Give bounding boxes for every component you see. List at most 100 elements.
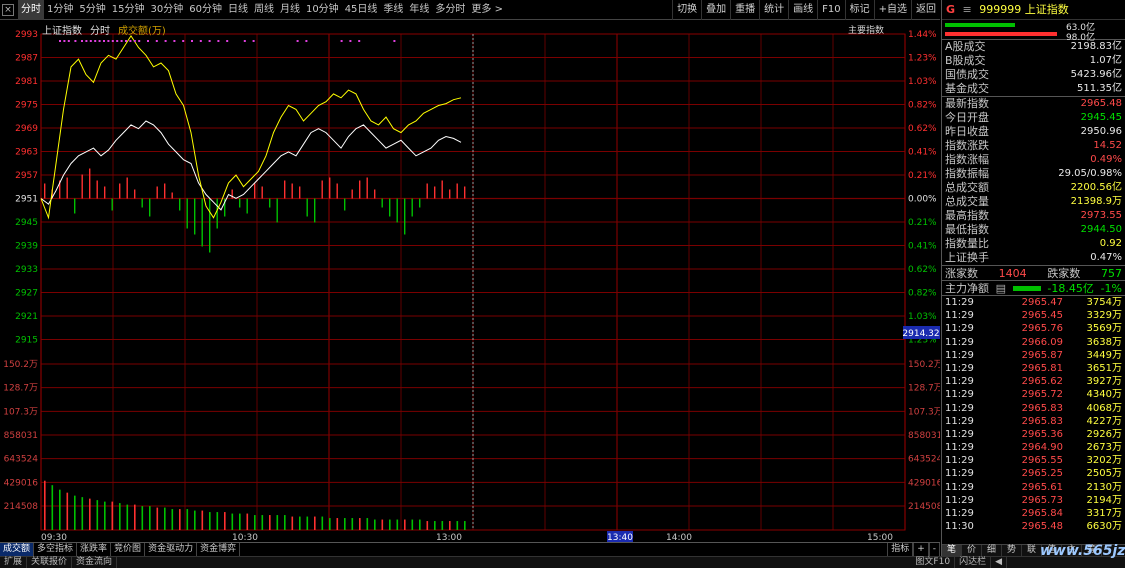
chart-mode: 分时 <box>90 26 110 37</box>
breadth-bar <box>291 183 293 199</box>
tool-button[interactable]: 叠加 <box>701 0 730 20</box>
tool-button[interactable]: 返回 <box>911 0 940 20</box>
breadth-bar <box>314 198 316 223</box>
pct-tick-label: 1.23% <box>908 54 937 64</box>
status-item[interactable]: 扩展 <box>0 557 28 568</box>
volume-bar <box>261 515 264 530</box>
volume-bar <box>404 519 406 530</box>
indicator-tab[interactable]: 资金博弈 <box>197 543 241 556</box>
status-item[interactable]: 闪达栏 <box>955 557 992 568</box>
stat-row: 上证换手 0.47% <box>942 251 1125 265</box>
tick-row: 11:29 2964.90 2673万 <box>942 441 1125 454</box>
volume-tick-label: 107.3万 <box>3 407 38 417</box>
signal-dot <box>85 40 88 42</box>
quote-tab[interactable]: 价 <box>962 545 982 556</box>
quote-tab[interactable]: 联 <box>1022 545 1042 556</box>
tick-row: 11:29 2965.47 3754万 <box>942 296 1125 309</box>
status-item[interactable]: 图文F10 <box>911 557 956 568</box>
chart-title: 上证指数 <box>42 26 82 37</box>
volume-bar <box>111 501 114 530</box>
tool-button[interactable]: 画线 <box>788 0 817 20</box>
pct-tick-label: 0.41% <box>908 148 937 158</box>
period-tab[interactable]: 60分钟 <box>186 0 225 20</box>
period-tab[interactable]: 10分钟 <box>303 0 342 20</box>
period-tab[interactable]: 更多 > <box>468 0 506 20</box>
main-index-button[interactable]: 主要指数 <box>848 23 884 36</box>
volume-tick-label: 150.2万 <box>908 360 940 370</box>
indicator-tab[interactable]: 涨跌率 <box>77 543 112 556</box>
signal-dot <box>138 40 141 42</box>
tick-list[interactable]: 11:29 2965.47 3754万 11:29 2965.45 3329万 11:29 2… <box>942 295 1125 533</box>
period-tab[interactable]: 季线 <box>380 0 406 20</box>
stat-label: 指数涨幅 <box>945 153 989 166</box>
indicator-control-button[interactable]: 指标 <box>887 543 914 556</box>
period-tab[interactable]: 45日线 <box>342 0 381 20</box>
period-tab[interactable]: 周线 <box>251 0 277 20</box>
stat-row: 国债成交 5423.96亿 <box>942 68 1125 82</box>
breadth-bar <box>149 198 151 217</box>
tool-button[interactable]: +自选 <box>873 0 911 20</box>
period-tab[interactable]: 日线 <box>225 0 251 20</box>
tick-row: 11:29 2965.55 3202万 <box>942 454 1125 467</box>
tool-button[interactable]: 重播 <box>730 0 759 20</box>
tick-price: 2965.55 <box>1021 455 1063 467</box>
close-icon[interactable]: × <box>2 4 14 16</box>
price-tick-label: 2927 <box>15 289 38 299</box>
signal-dot <box>98 40 101 42</box>
tick-price: 2965.84 <box>1021 508 1063 519</box>
volume-bar <box>299 516 301 530</box>
chart-canvas[interactable]: 2993 1.44% 2987 1.23% 2981 1.03% 2975 0.82% 2969… <box>0 20 940 542</box>
volume-bar <box>59 489 61 530</box>
volume-bar <box>314 516 316 530</box>
tool-button[interactable]: 统计 <box>759 0 788 20</box>
indicator-tab[interactable]: 竞价图 <box>111 543 146 556</box>
time-tick-label: 14:00 <box>666 533 692 542</box>
breadth-bar <box>374 189 376 199</box>
buy-sell-bars: 63.0亿 98.0亿 <box>942 20 1125 43</box>
tool-button[interactable]: 标记 <box>844 0 874 20</box>
menu-icon[interactable]: ≡ <box>963 3 972 16</box>
main-flow-icon[interactable]: ▤ <box>996 281 1006 295</box>
tick-price: 2965.76 <box>1021 323 1063 335</box>
tick-volume: 6630万 <box>1086 521 1122 533</box>
time-tick-label: 15:00 <box>867 533 893 542</box>
volume-bar <box>104 501 106 530</box>
tick-price: 2965.83 <box>1021 415 1063 427</box>
breadth-bar <box>426 183 428 199</box>
period-tab[interactable]: 30分钟 <box>147 0 186 20</box>
indicator-tab[interactable]: 成交额 <box>0 543 35 556</box>
tick-time: 11:29 <box>945 455 974 467</box>
indicator-tab[interactable]: 多空指标 <box>34 543 78 556</box>
indicator-control-button[interactable]: + <box>913 543 929 556</box>
volume-tick-label: 858031 <box>4 431 38 441</box>
status-bar: 扩展 关联报价 资金流向 图文F10 闪达栏 ◀ <box>0 556 1125 568</box>
pct-tick-label: 1.44% <box>908 30 937 40</box>
indicator-control-button[interactable]: - <box>928 543 940 556</box>
stat-label: 指数振幅 <box>945 167 989 180</box>
volume-bar <box>134 504 136 530</box>
period-tab[interactable]: 5分钟 <box>76 0 108 20</box>
pct-tick-label: 0.21% <box>908 218 937 228</box>
volume-bar <box>66 492 69 530</box>
signal-dot <box>155 40 158 42</box>
volume-bar <box>126 504 129 530</box>
status-item[interactable]: 关联报价 <box>27 557 73 568</box>
volume-bar <box>246 513 249 530</box>
period-tab[interactable]: 年线 <box>406 0 432 20</box>
intraday-chart[interactable]: 2993 1.44% 2987 1.23% 2981 1.03% 2975 0.82% 2969… <box>0 20 940 542</box>
quote-tab[interactable]: 细 <box>982 545 1002 556</box>
quote-tab[interactable]: 势 <box>1002 545 1022 556</box>
period-tab[interactable]: 月线 <box>277 0 303 20</box>
period-tab[interactable]: 15分钟 <box>109 0 148 20</box>
tool-button[interactable]: F10 <box>817 0 844 20</box>
quote-tab[interactable]: 笔 <box>942 545 962 556</box>
price-tick-label: 2915 <box>15 336 38 346</box>
status-item[interactable]: 资金流向 <box>72 557 118 568</box>
tool-button[interactable]: 切换 <box>672 0 701 20</box>
status-item[interactable]: ◀ <box>991 557 1007 568</box>
period-tab[interactable]: 多分时 <box>432 0 468 20</box>
volume-tick-label: 128.7万 <box>3 384 38 394</box>
period-tab[interactable]: 分时 <box>18 0 44 20</box>
period-tab[interactable]: 1分钟 <box>44 0 76 20</box>
indicator-tab[interactable]: 资金驱动力 <box>145 543 198 556</box>
